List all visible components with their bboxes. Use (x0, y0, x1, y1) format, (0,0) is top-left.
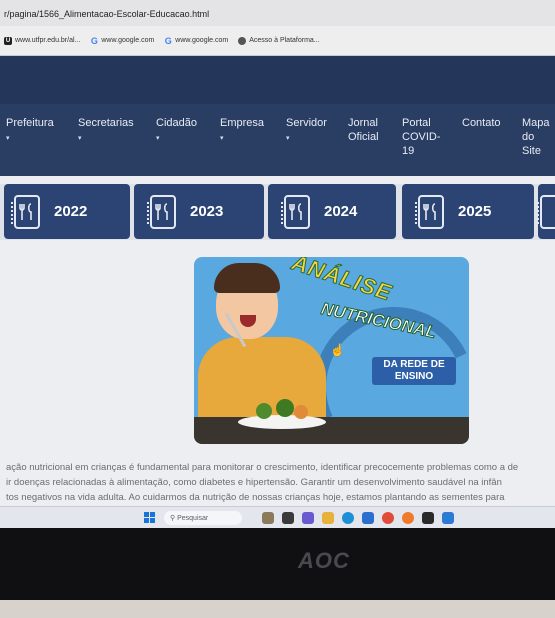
google-icon: G (164, 35, 172, 46)
year-label: 2022 (54, 203, 88, 220)
year-label: 2024 (324, 203, 358, 220)
chevron-down-icon: ▾ (156, 135, 160, 142)
carrot-icon (294, 405, 308, 419)
boy-illustration-hair (214, 263, 280, 293)
nav-item-secretarias[interactable]: Secretarias ▾ (78, 116, 134, 146)
chevron-down-icon: ▾ (220, 135, 224, 142)
word-icon[interactable] (442, 512, 454, 524)
bookmark-label: Acesso à Plataforma... (249, 37, 320, 44)
address-bar[interactable]: r/pagina/1566_Alimentacao-Escolar-Educac… (0, 0, 555, 26)
nav-item-mapa-do-site[interactable]: Mapa do Site (522, 116, 552, 158)
taskbar: ⚲ Pesquisar (0, 506, 555, 528)
nutrition-analysis-banner[interactable]: ANÁLISE NUTRICIONAL DA REDE DE ENSINO ☝ (194, 257, 469, 444)
banner-badge: DA REDE DE ENSINO (372, 357, 456, 385)
article-paragraph: ação nutricional em crianças é fundament… (6, 460, 555, 505)
monitor-bezel (0, 528, 555, 600)
teams-icon[interactable] (302, 512, 314, 524)
year-button-2023[interactable]: 2023 (134, 184, 264, 239)
year-button-2025[interactable]: 2025 (402, 184, 534, 239)
year-button-next[interactable] (537, 184, 555, 239)
bookmark-utfpr[interactable]: U www.utfpr.edu.br/al... (4, 36, 81, 45)
windows-start-icon[interactable] (144, 512, 156, 524)
hand-cursor-icon: ☝ (330, 343, 345, 357)
paragraph-line: ação nutricional em crianças é fundament… (6, 462, 519, 473)
plate-icon (238, 415, 326, 429)
bookmarks-bar: U www.utfpr.edu.br/al... G www.google.co… (0, 26, 555, 56)
nav-item-empresa[interactable]: Empresa ▾ (220, 116, 264, 146)
chrome-icon[interactable] (382, 512, 394, 524)
chevron-down-icon: ▾ (286, 135, 290, 142)
nav-item-prefeitura[interactable]: Prefeitura ▾ (6, 116, 54, 146)
chevron-down-icon: ▾ (6, 135, 10, 142)
task-view-icon[interactable] (282, 512, 294, 524)
bookmark-google-2[interactable]: G www.google.com (164, 35, 229, 46)
bookmark-label: www.google.com (175, 37, 229, 44)
year-button-2022[interactable]: 2022 (4, 184, 130, 239)
year-buttons-row: 2022 2023 2024 2025 (0, 184, 555, 240)
nav-item-cidadao[interactable]: Cidadão ▾ (156, 116, 197, 146)
paragraph-line: ir doenças relacionadas à alimentação, c… (6, 477, 502, 488)
nav-item-servidor[interactable]: Servidor ▾ (286, 116, 327, 146)
store-icon[interactable] (362, 512, 374, 524)
url-text: r/pagina/1566_Alimentacao-Escolar-Educac… (4, 9, 210, 19)
bookmark-label: www.google.com (101, 37, 155, 44)
year-label: 2023 (190, 203, 224, 220)
menu-book-icon (537, 194, 555, 229)
table-surface (194, 417, 469, 444)
menu-book-icon (147, 194, 176, 229)
nav-item-jornal-oficial[interactable]: Jornal Oficial (348, 116, 384, 144)
widgets-icon[interactable] (262, 512, 274, 524)
edge-icon[interactable] (342, 512, 354, 524)
year-label: 2025 (458, 203, 492, 220)
nav-top-band (0, 56, 555, 104)
google-icon: G (90, 35, 98, 46)
bookmark-google-1[interactable]: G www.google.com (90, 35, 155, 46)
firefox-icon[interactable] (402, 512, 414, 524)
broccoli-icon (276, 399, 294, 417)
acesso-icon (238, 36, 247, 45)
menu-book-icon (415, 194, 444, 229)
paragraph-line: tos negativos na vida adulta. Ao cuidarm… (6, 492, 505, 503)
banner-title-line1: ANÁLISE (288, 257, 396, 306)
bookmark-label: www.utfpr.edu.br/al... (15, 37, 81, 44)
desk-surface (0, 600, 555, 618)
menu-book-icon (281, 194, 310, 229)
year-button-2024[interactable]: 2024 (268, 184, 396, 239)
chevron-down-icon: ▾ (78, 135, 82, 142)
monitor-brand-logo: AOC (298, 548, 350, 573)
menu-book-icon (11, 194, 40, 229)
monitor-screen: r/pagina/1566_Alimentacao-Escolar-Educac… (0, 0, 555, 528)
broccoli-icon (256, 403, 272, 419)
terminal-icon[interactable] (422, 512, 434, 524)
utf-icon: U (4, 36, 12, 45)
search-icon: ⚲ (170, 515, 176, 522)
photo-frame: r/pagina/1566_Alimentacao-Escolar-Educac… (0, 0, 555, 618)
nav-item-portal-covid[interactable]: Portal COVID-19 (402, 116, 444, 158)
nav-item-contato[interactable]: Contato (462, 116, 501, 130)
taskbar-search-input[interactable]: ⚲ Pesquisar (164, 511, 242, 525)
bookmark-acesso[interactable]: Acesso à Plataforma... (238, 36, 320, 45)
file-explorer-icon[interactable] (322, 512, 334, 524)
